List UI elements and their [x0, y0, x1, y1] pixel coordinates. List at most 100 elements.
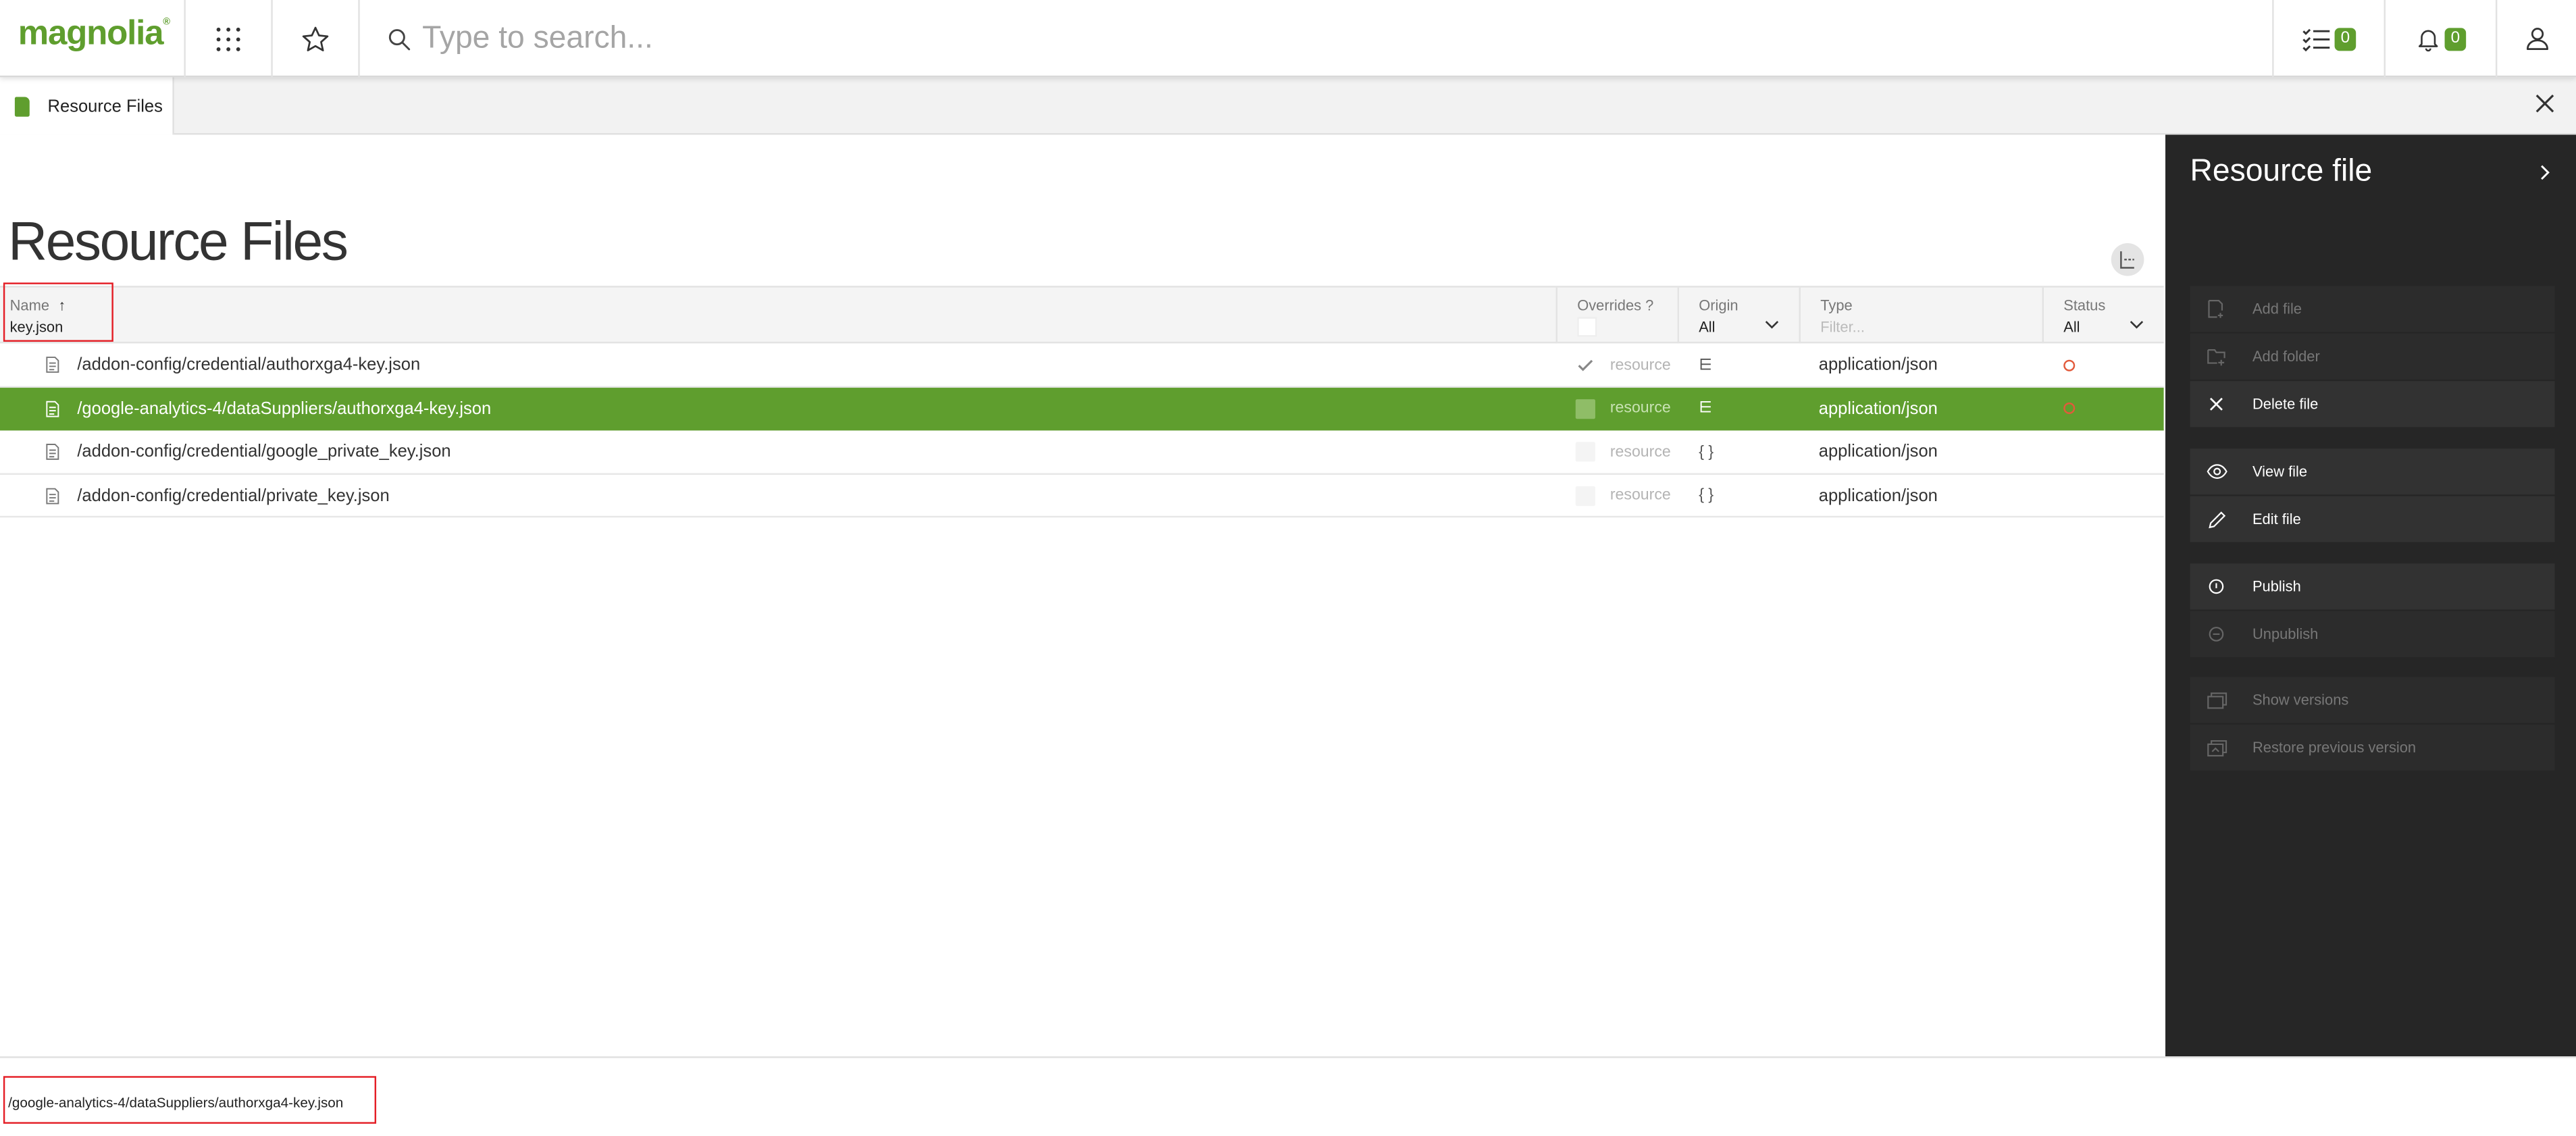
- versions-icon: [2206, 692, 2226, 708]
- close-app-icon[interactable]: [2533, 92, 2556, 115]
- add-folder-action[interactable]: Add folder: [2190, 333, 2555, 382]
- restore-version-icon: [2206, 739, 2226, 756]
- resource-files-grid: Name ↑ key.json Overrides ? Origin All T…: [0, 286, 2164, 518]
- eye-icon: [2206, 464, 2227, 479]
- overrides-checkbox[interactable]: [1575, 485, 1595, 505]
- column-name[interactable]: Name ↑ key.json: [0, 288, 1556, 344]
- mime-type: application/json: [1818, 442, 1938, 462]
- action-group-publish: Publish Unpublish: [2190, 563, 2555, 659]
- column-origin: Origin All: [1677, 287, 1799, 344]
- unpublish-label: Unpublish: [2252, 625, 2319, 643]
- favorites-button[interactable]: [271, 0, 358, 78]
- pencil-icon: [2208, 511, 2225, 528]
- column-overrides-label: Overrides ?: [1577, 297, 1654, 314]
- type-filter-input[interactable]: Filter...: [1820, 319, 2042, 335]
- column-origin-label: Origin: [1699, 297, 1738, 314]
- overrides-cell: resource: [1575, 430, 1671, 473]
- table-row[interactable]: /addon-config/credential/google_private_…: [0, 430, 2164, 474]
- star-icon: [302, 26, 329, 51]
- delete-file-action[interactable]: Delete file: [2190, 381, 2555, 429]
- resource-file-icon: [14, 96, 30, 116]
- magnolia-logo[interactable]: magnolia®: [18, 15, 170, 54]
- user-menu-button[interactable]: [2495, 0, 2576, 78]
- app-launcher-button[interactable]: [184, 0, 271, 78]
- column-status-label: Status: [2063, 297, 2106, 314]
- restore-previous-version-action[interactable]: Restore previous version: [2190, 724, 2555, 773]
- highlight-box-footer-path: [3, 1076, 377, 1124]
- table-row-selected[interactable]: /google-analytics-4/dataSuppliers/author…: [0, 386, 2164, 431]
- file-name: /addon-config/credential/private_key.jso…: [77, 485, 390, 505]
- close-icon: [2209, 397, 2223, 411]
- publish-label: Publish: [2252, 578, 2301, 595]
- search-input[interactable]: [422, 20, 2230, 57]
- chevron-right-icon[interactable]: [2538, 164, 2551, 180]
- mime-type: application/json: [1818, 485, 1938, 505]
- edit-file-action[interactable]: Edit file: [2190, 496, 2555, 544]
- chevron-down-icon[interactable]: [1765, 317, 1780, 332]
- action-bar: Resource file Add file Add folder Delete…: [2165, 134, 2576, 1057]
- file-name: /addon-config/credential/google_private_…: [77, 442, 451, 462]
- delete-file-label: Delete file: [2252, 396, 2319, 413]
- action-bar-title: Resource file: [2190, 154, 2373, 189]
- overrides-filter-checkbox[interactable]: [1577, 317, 1597, 337]
- app-tab-bar: Resource Files: [0, 77, 2576, 135]
- status-filter-select[interactable]: All: [2063, 319, 2163, 335]
- toggle-actionbar-button[interactable]: [2111, 243, 2144, 276]
- file-icon: [46, 400, 59, 417]
- search-icon: [388, 28, 411, 50]
- view-file-label: View file: [2252, 463, 2308, 480]
- tasks-button[interactable]: 0: [2272, 0, 2384, 78]
- edit-file-label: Edit file: [2252, 511, 2301, 527]
- grid-header: Name ↑ key.json Overrides ? Origin All T…: [0, 286, 2164, 344]
- restore-previous-version-label: Restore previous version: [2252, 739, 2417, 756]
- file-name: /addon-config/credential/authorxga4-key.…: [77, 355, 421, 375]
- app-header: magnolia® Type to search... 0 0: [0, 0, 2576, 78]
- status-circle-icon: [2063, 359, 2076, 371]
- app-launcher-icon: [216, 26, 240, 51]
- show-versions-label: Show versions: [2252, 692, 2349, 708]
- bell-icon: [2418, 30, 2438, 52]
- app-root: magnolia® Type to search... 0 0 Resource…: [0, 0, 2576, 1136]
- overrides-cell: resource: [1575, 387, 1671, 430]
- overrides-checkbox[interactable]: [1575, 442, 1595, 462]
- unpublish-action[interactable]: Unpublish: [2190, 611, 2555, 659]
- status-cell: [2063, 387, 2076, 430]
- overrides-text: resource: [1609, 355, 1671, 374]
- action-group-view: View file Edit file: [2190, 448, 2555, 544]
- show-versions-action[interactable]: Show versions: [2190, 677, 2555, 725]
- status-cell: [2063, 343, 2076, 386]
- origin-icon: ⋿: [1699, 399, 1713, 417]
- action-group-edit: Add file Add folder Delete file: [2190, 286, 2555, 429]
- notifications-button[interactable]: 0: [2384, 0, 2496, 78]
- publish-action[interactable]: Publish: [2190, 563, 2555, 611]
- origin-icon: { }: [1699, 442, 1714, 461]
- table-row[interactable]: /addon-config/credential/private_key.jso…: [0, 474, 2164, 518]
- column-type: Type Filter...: [1799, 287, 2042, 344]
- add-file-action[interactable]: Add file: [2190, 286, 2555, 334]
- logo-registered-mark: ®: [163, 18, 170, 28]
- publish-icon: [2209, 579, 2224, 594]
- origin-icon: ⋿: [1699, 355, 1713, 374]
- mime-type: application/json: [1818, 355, 1938, 375]
- name-filter-input[interactable]: key.json: [10, 319, 1556, 335]
- chevron-down-icon[interactable]: [2130, 317, 2144, 332]
- tasks-icon: [2302, 28, 2329, 51]
- view-file-action[interactable]: View file: [2190, 448, 2555, 496]
- table-row[interactable]: /addon-config/credential/authorxga4-key.…: [0, 343, 2164, 387]
- overrides-text: resource: [1609, 442, 1671, 461]
- file-icon: [46, 487, 59, 504]
- column-status: Status All: [2042, 287, 2164, 344]
- overrides-checkbox[interactable]: [1575, 398, 1595, 419]
- add-file-icon: [2208, 300, 2223, 318]
- overrides-cell: resource: [1576, 343, 1671, 386]
- page-title: Resource Files: [8, 210, 349, 272]
- checkmark-icon: [1578, 359, 1593, 371]
- mime-type: application/json: [1818, 398, 1938, 419]
- overrides-cell: resource: [1575, 474, 1671, 517]
- tab-resource-files[interactable]: Resource Files: [0, 77, 174, 135]
- unpublish-icon: [2209, 627, 2224, 642]
- tasks-count-badge: 0: [2334, 27, 2356, 51]
- origin-filter-select[interactable]: All: [1699, 319, 1799, 335]
- add-folder-label: Add folder: [2252, 348, 2320, 365]
- tab-label: Resource Files: [47, 96, 163, 116]
